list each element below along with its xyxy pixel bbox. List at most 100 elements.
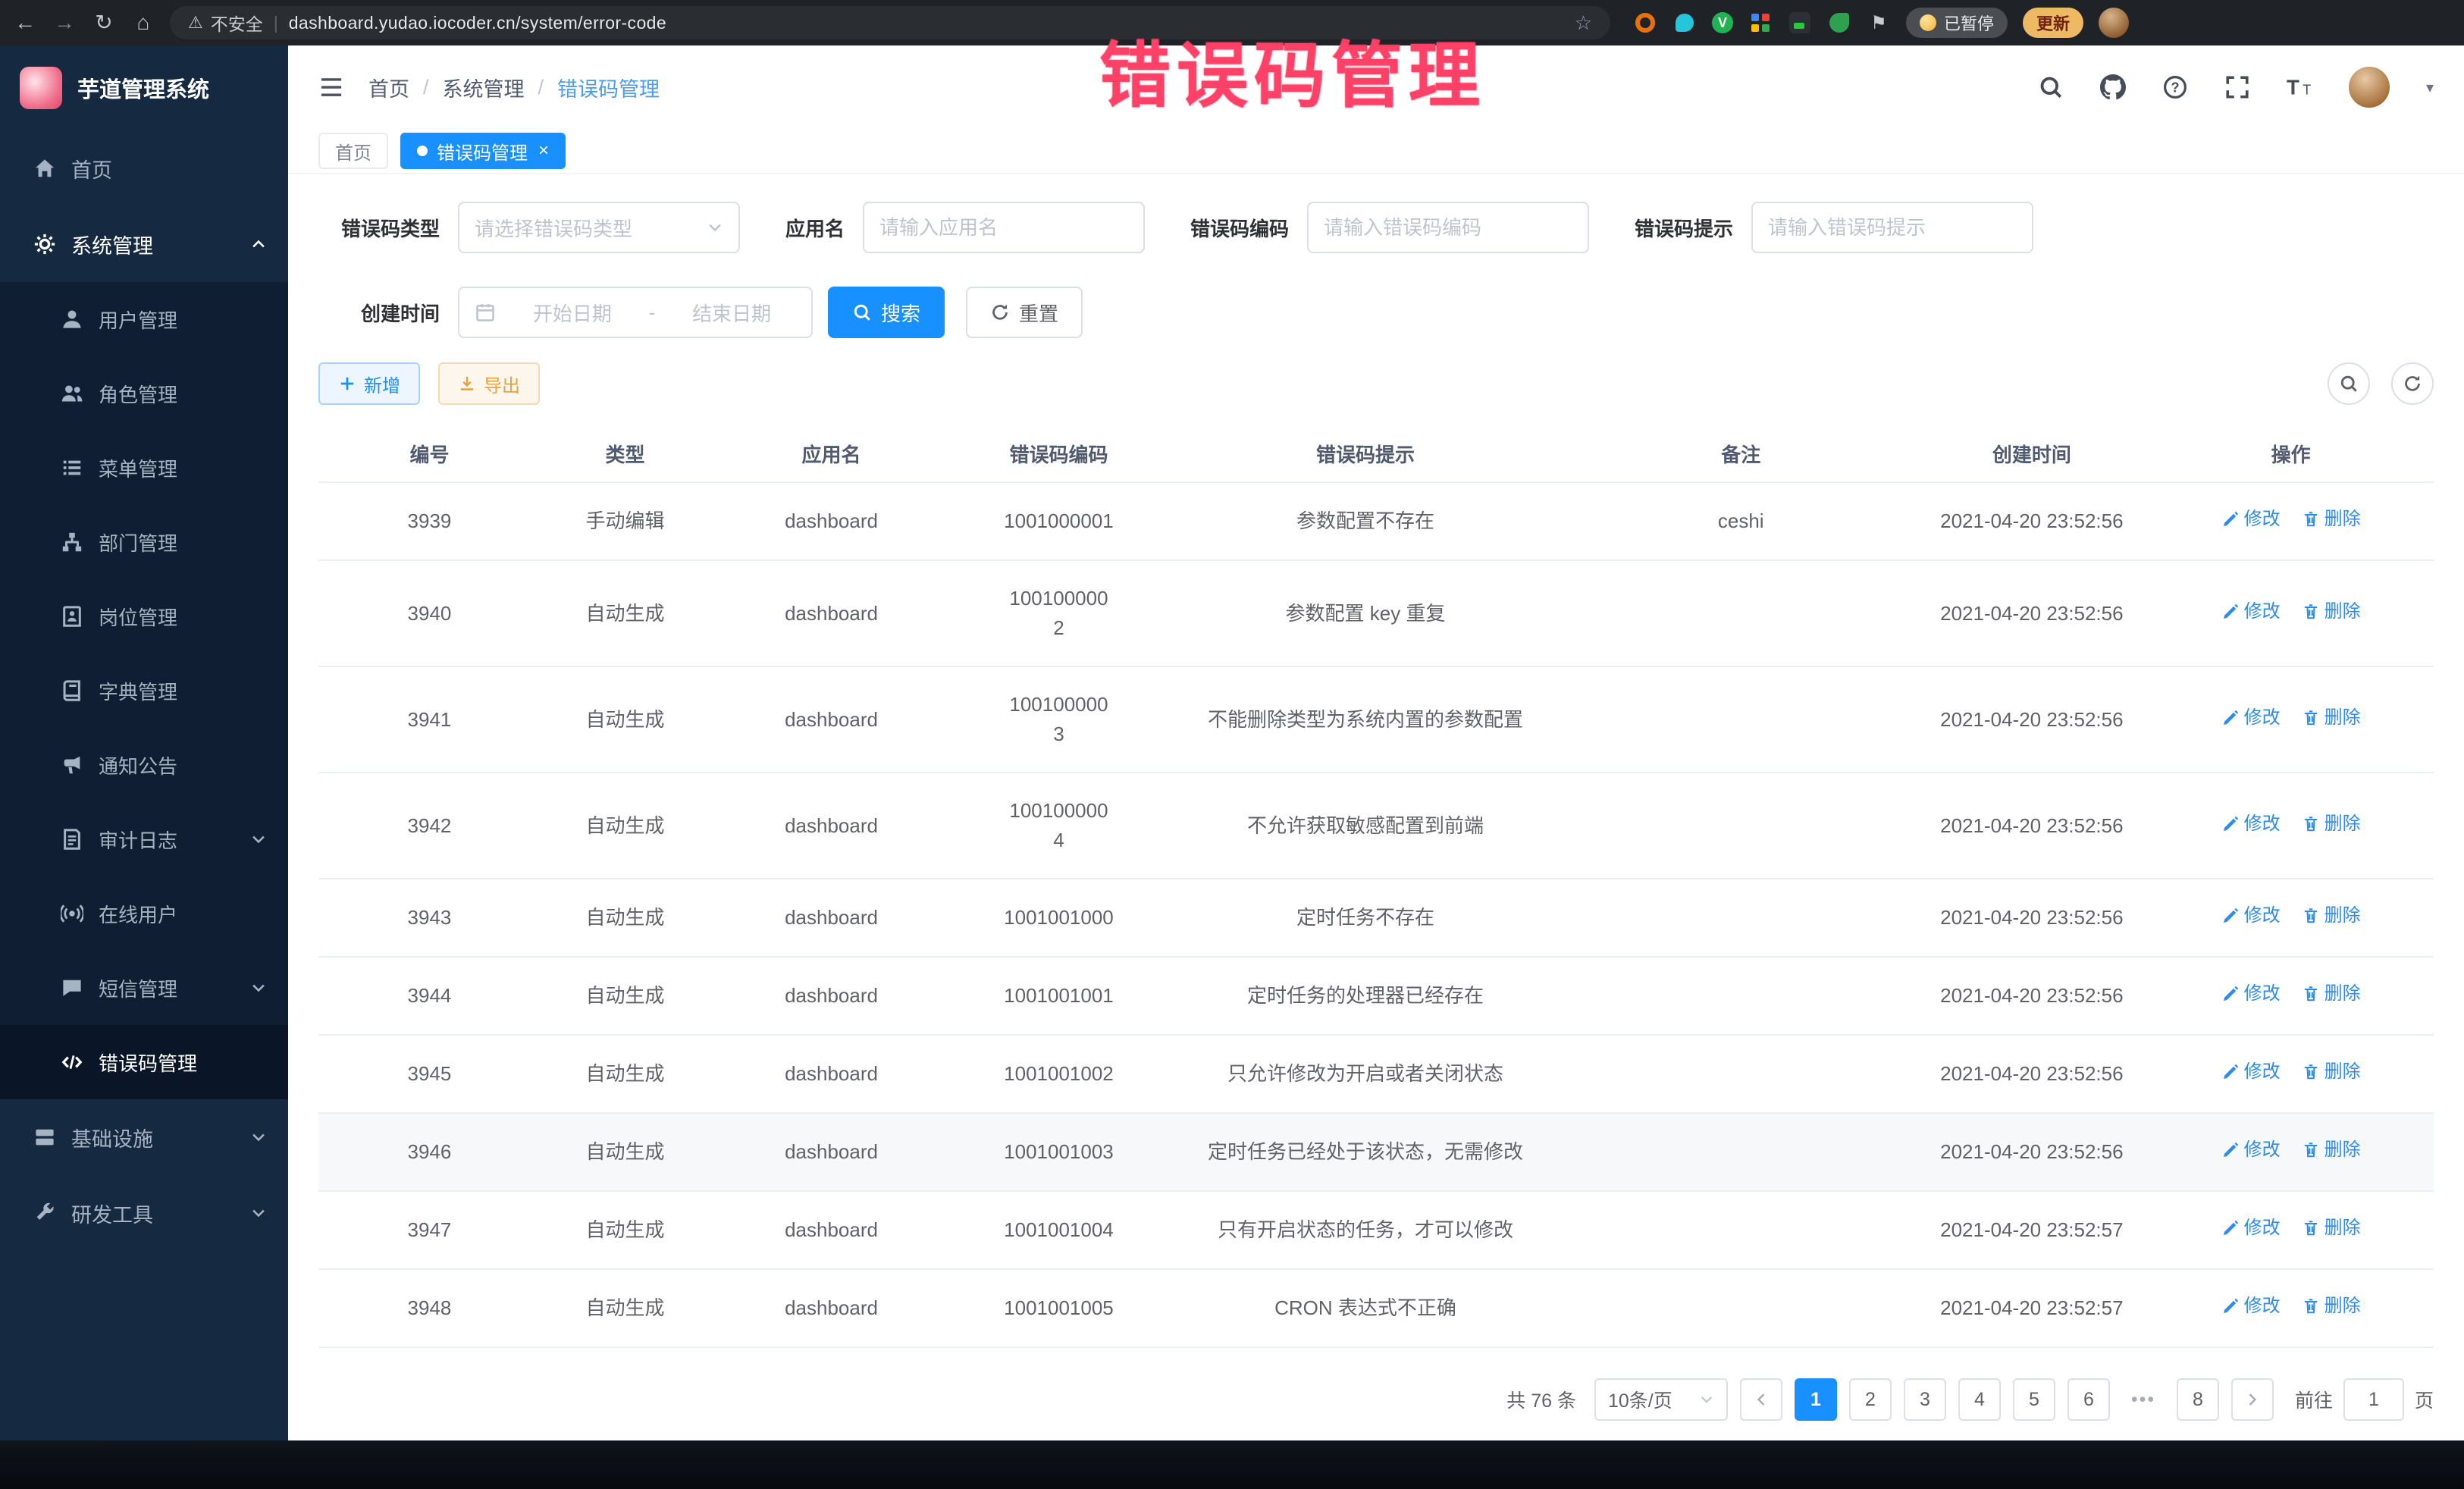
reset-button[interactable]: 重置 — [966, 287, 1083, 338]
extension-icon-drop[interactable] — [1672, 11, 1697, 35]
security-chip[interactable]: ⚠ 不安全 — [188, 10, 263, 36]
sidebar-item-online-users[interactable]: 在线用户 — [0, 876, 288, 951]
sidebar-item-department-management[interactable]: 部门管理 — [0, 505, 288, 579]
sidebar-item-dict-management[interactable]: 字典管理 — [0, 654, 288, 728]
pin-icon[interactable]: ⚑ — [1867, 11, 1891, 35]
edit-link[interactable]: 修改 — [2221, 902, 2281, 929]
delete-link[interactable]: 删除 — [2302, 1136, 2361, 1164]
hide-search-button[interactable] — [2328, 362, 2370, 405]
page-button-6[interactable]: 6 — [2067, 1378, 2110, 1421]
edit-link[interactable]: 修改 — [2221, 1215, 2281, 1242]
tab-error-code-management[interactable]: 错误码管理 × — [400, 133, 566, 169]
search-icon[interactable] — [2038, 74, 2064, 100]
cell-type: 手动编辑 — [541, 482, 710, 560]
browser-forward-icon[interactable]: → — [52, 12, 77, 33]
extension-icon-dark[interactable] — [1788, 11, 1812, 35]
sidebar-item-home[interactable]: 首页 — [0, 130, 288, 206]
error-type-select[interactable]: 请选择错误码类型 — [458, 202, 740, 253]
font-size-icon[interactable]: TT — [2287, 74, 2312, 100]
logo-image — [20, 67, 62, 109]
user-avatar[interactable] — [2349, 67, 2390, 108]
extension-icon-leaf[interactable] — [1827, 11, 1851, 35]
browser-back-icon[interactable]: ← — [12, 12, 38, 33]
top-header: 首页 / 系统管理 / 错误码管理 ? TT ▾ — [288, 45, 2464, 129]
edit-link[interactable]: 修改 — [2221, 704, 2281, 732]
edit-link[interactable]: 修改 — [2221, 810, 2281, 838]
delete-link[interactable]: 删除 — [2302, 902, 2361, 929]
page-button-8[interactable]: 8 — [2177, 1378, 2219, 1421]
cell-remark: ceshi — [1566, 482, 1915, 560]
sidebar-item-error-code-management[interactable]: 错误码管理 — [0, 1025, 288, 1099]
address-bar[interactable]: ⚠ 不安全 | dashboard.yudao.iocoder.cn/syste… — [170, 6, 1610, 39]
sidebar-item-system-management[interactable]: 系统管理 — [0, 206, 288, 282]
refresh-table-button[interactable] — [2391, 362, 2434, 405]
cell-id: 3940 — [318, 560, 541, 666]
next-page-button[interactable] — [2231, 1378, 2274, 1421]
sidebar-item-menu-management[interactable]: 菜单管理 — [0, 431, 288, 505]
delete-link[interactable]: 删除 — [2302, 1058, 2361, 1086]
tab-home[interactable]: 首页 — [318, 133, 388, 169]
warning-icon: ⚠ — [188, 13, 203, 33]
sidebar-item-dev-tools[interactable]: 研发工具 — [0, 1175, 288, 1251]
more-pages-button[interactable]: ••• — [2122, 1378, 2165, 1421]
extension-icon-grid[interactable] — [1748, 11, 1773, 35]
collapse-menu-icon[interactable] — [318, 76, 344, 99]
goto-page-input[interactable] — [2343, 1378, 2404, 1421]
edit-link[interactable]: 修改 — [2221, 980, 2281, 1008]
breadcrumb-item-current: 错误码管理 — [557, 73, 660, 102]
delete-link[interactable]: 删除 — [2302, 980, 2361, 1008]
chevron-down-icon — [250, 1205, 267, 1221]
breadcrumb-item-home[interactable]: 首页 — [368, 73, 409, 102]
edit-link[interactable]: 修改 — [2221, 598, 2281, 625]
cell-id: 3939 — [318, 482, 541, 560]
error-hint-input[interactable] — [1751, 202, 2033, 253]
edit-link[interactable]: 修改 — [2221, 506, 2281, 533]
close-icon[interactable]: × — [538, 140, 549, 161]
help-icon[interactable]: ? — [2162, 74, 2188, 100]
sidebar-item-post-management[interactable]: 岗位管理 — [0, 579, 288, 654]
update-button[interactable]: 更新 — [2023, 8, 2083, 38]
prev-page-button[interactable] — [1740, 1378, 1782, 1421]
bookmark-star-icon[interactable]: ☆ — [1575, 11, 1592, 35]
cell-code: 1001000001 — [953, 482, 1165, 560]
error-code-input[interactable] — [1307, 202, 1589, 253]
sidebar-item-sms-management[interactable]: 短信管理 — [0, 951, 288, 1025]
page-button-1[interactable]: 1 — [1795, 1378, 1837, 1421]
app-name-input[interactable] — [863, 202, 1145, 253]
page-button-5[interactable]: 5 — [2013, 1378, 2055, 1421]
extension-icon-v[interactable]: V — [1712, 12, 1733, 33]
page-size-select[interactable]: 10条/页 — [1594, 1378, 1728, 1421]
sidebar-item-user-management[interactable]: 用户管理 — [0, 282, 288, 356]
page-button-4[interactable]: 4 — [1958, 1378, 2001, 1421]
search-button[interactable]: 搜索 — [828, 287, 945, 338]
github-icon[interactable] — [2100, 74, 2126, 100]
edit-link[interactable]: 修改 — [2221, 1293, 2281, 1320]
delete-link[interactable]: 删除 — [2302, 810, 2361, 838]
delete-link[interactable]: 删除 — [2302, 506, 2361, 533]
chevron-down-icon[interactable]: ▾ — [2426, 78, 2434, 97]
fullscreen-icon[interactable] — [2224, 74, 2250, 100]
page-button-3[interactable]: 3 — [1904, 1378, 1946, 1421]
sidebar-item-notice[interactable]: 通知公告 — [0, 728, 288, 802]
breadcrumb-item-system[interactable]: 系统管理 — [443, 73, 525, 102]
edit-link[interactable]: 修改 — [2221, 1136, 2281, 1164]
extension-icon-ring[interactable] — [1633, 11, 1657, 35]
delete-link[interactable]: 删除 — [2302, 704, 2361, 732]
date-range-picker[interactable]: 开始日期 - 结束日期 — [458, 287, 813, 338]
delete-link[interactable]: 删除 — [2302, 598, 2361, 625]
page-button-2[interactable]: 2 — [1849, 1378, 1892, 1421]
sidebar-item-role-management[interactable]: 角色管理 — [0, 356, 288, 431]
browser-profile-avatar[interactable] — [2099, 8, 2129, 38]
app-logo[interactable]: 芋道管理系统 — [0, 45, 288, 130]
add-button[interactable]: 新增 — [318, 362, 420, 405]
export-button[interactable]: 导出 — [438, 362, 540, 405]
sidebar-item-infrastructure[interactable]: 基础设施 — [0, 1099, 288, 1175]
browser-home-icon[interactable]: ⌂ — [130, 12, 156, 33]
edit-link[interactable]: 修改 — [2221, 1058, 2281, 1086]
delete-link[interactable]: 删除 — [2302, 1215, 2361, 1242]
paused-badge[interactable]: 已暂停 — [1906, 8, 2008, 38]
sidebar-item-audit-log[interactable]: 审计日志 — [0, 802, 288, 876]
filter-label: 创建时间 — [318, 299, 440, 327]
delete-link[interactable]: 删除 — [2302, 1293, 2361, 1320]
browser-reload-icon[interactable]: ↻ — [91, 12, 117, 33]
